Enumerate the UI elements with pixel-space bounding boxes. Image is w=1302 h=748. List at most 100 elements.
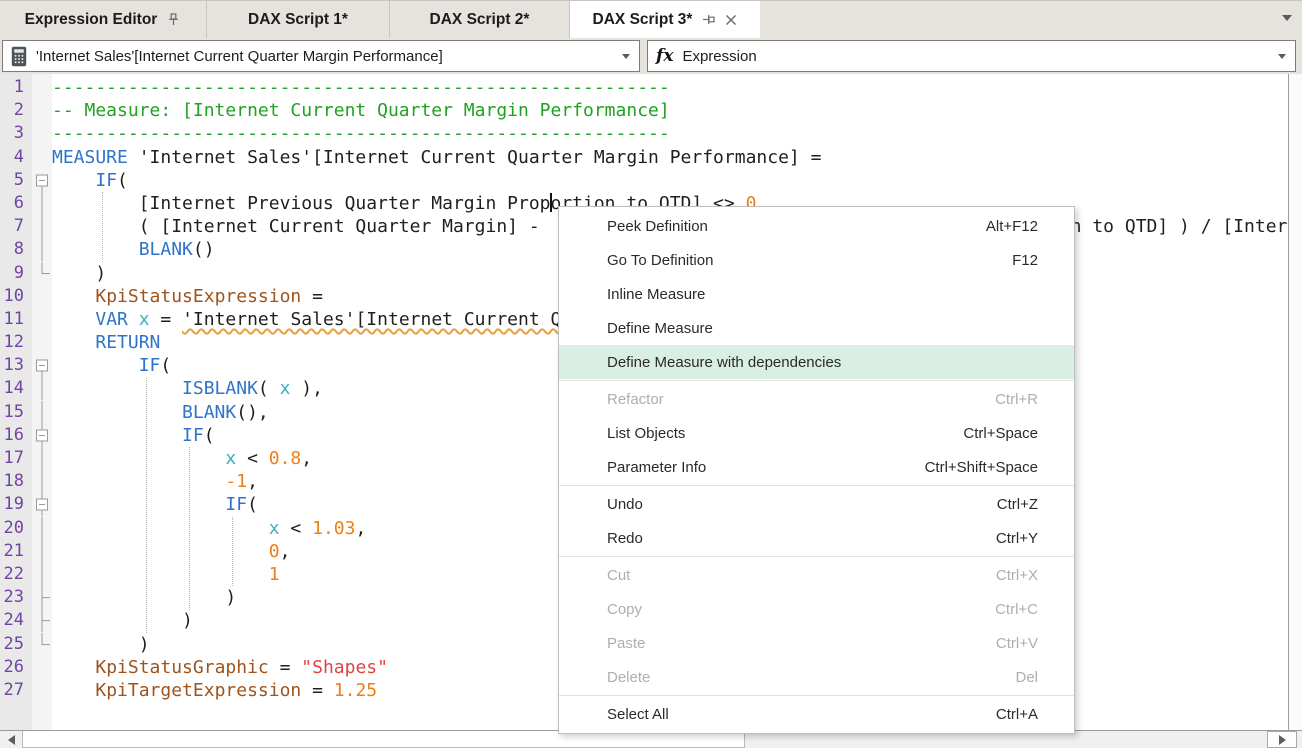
- fold-marker: [32, 563, 52, 586]
- line-number: 11: [0, 308, 32, 331]
- vertical-scrollbar[interactable]: [1288, 74, 1302, 731]
- menu-item-shortcut: Alt+F12: [986, 218, 1038, 235]
- menu-item-label: Parameter Info: [607, 459, 706, 476]
- menu-item-label: Undo: [607, 496, 643, 513]
- menu-item-shortcut: F12: [1012, 252, 1038, 269]
- menu-item-shortcut: Ctrl+C: [995, 601, 1038, 618]
- fold-marker: [32, 656, 52, 679]
- line-number: 9: [0, 262, 32, 285]
- fold-marker: [32, 470, 52, 493]
- tab-label: DAX Script 3*: [593, 11, 693, 29]
- menu-separator: [559, 485, 1074, 486]
- menu-item-shortcut: Ctrl+Space: [963, 425, 1038, 442]
- tab-dax-script-2[interactable]: DAX Script 2*: [390, 1, 570, 38]
- menu-item-cut: CutCtrl+X: [559, 558, 1074, 592]
- selected-property-label: Expression: [682, 48, 756, 65]
- tab-label: Expression Editor: [25, 11, 158, 29]
- fold-marker: [32, 331, 52, 354]
- line-number: 25: [0, 633, 32, 656]
- code-line[interactable]: ----------------------------------------…: [52, 76, 1288, 99]
- line-number: 20: [0, 517, 32, 540]
- fx-icon: fx: [656, 46, 673, 66]
- line-number: 13: [0, 354, 32, 377]
- line-number: 19: [0, 493, 32, 516]
- calculator-icon: [11, 46, 27, 67]
- menu-separator: [559, 556, 1074, 557]
- toolbar: 'Internet Sales'[Internet Current Quarte…: [0, 38, 1302, 74]
- fold-gutter: [32, 74, 52, 731]
- menu-item-inline-measure[interactable]: Inline Measure: [559, 277, 1074, 311]
- menu-item-define-measure[interactable]: Define Measure: [559, 311, 1074, 345]
- fold-marker: [32, 679, 52, 702]
- line-number: 2: [0, 99, 32, 122]
- measure-selector-combobox[interactable]: 'Internet Sales'[Internet Current Quarte…: [2, 40, 640, 72]
- tab-dax-script-1[interactable]: DAX Script 1*: [207, 1, 390, 38]
- menu-item-shortcut: Ctrl+V: [996, 635, 1038, 652]
- selected-measure-label: 'Internet Sales'[Internet Current Quarte…: [36, 48, 443, 65]
- arrow-left-icon: [8, 735, 15, 745]
- menu-item-redo[interactable]: RedoCtrl+Y: [559, 521, 1074, 555]
- fold-marker: [32, 308, 52, 331]
- property-selector-combobox[interactable]: fx Expression: [647, 40, 1296, 72]
- line-number: 12: [0, 331, 32, 354]
- menu-item-label: Redo: [607, 530, 643, 547]
- line-number: 5: [0, 169, 32, 192]
- line-number: 23: [0, 586, 32, 609]
- tab-list-dropdown-icon[interactable]: [1282, 15, 1292, 21]
- menu-item-label: Paste: [607, 635, 645, 652]
- menu-separator: [559, 380, 1074, 381]
- pin-icon[interactable]: [701, 12, 716, 27]
- line-number: 3: [0, 122, 32, 145]
- fold-marker: [32, 540, 52, 563]
- line-number: 16: [0, 424, 32, 447]
- fold-toggle-icon[interactable]: [32, 354, 52, 377]
- pin-icon[interactable]: [166, 12, 181, 27]
- menu-item-paste: Paste Ctrl+V: [559, 626, 1074, 660]
- menu-item-shortcut: Del: [1015, 669, 1038, 686]
- menu-item-define-measure-with-dependencies[interactable]: Define Measure with dependencies: [559, 345, 1074, 379]
- fold-marker: [32, 377, 52, 400]
- context-menu: Peek DefinitionAlt+F12Go To DefinitionF1…: [558, 206, 1075, 734]
- menu-item-parameter-info[interactable]: Parameter InfoCtrl+Shift+Space: [559, 450, 1074, 484]
- dax-editor-window: Expression Editor DAX Script 1* DAX Script…: [0, 0, 1302, 748]
- menu-item-list-objects[interactable]: List Objects Ctrl+Space: [559, 416, 1074, 450]
- menu-item-peek-definition[interactable]: Peek DefinitionAlt+F12: [559, 209, 1074, 243]
- menu-item-label: Define Measure with dependencies: [607, 354, 841, 371]
- tab-label: DAX Script 1*: [248, 11, 348, 29]
- fold-marker: [32, 122, 52, 145]
- fold-marker: [32, 285, 52, 308]
- tab-expression-editor[interactable]: Expression Editor: [0, 1, 207, 38]
- fold-marker: [32, 586, 52, 609]
- menu-item-shortcut: Ctrl+Z: [997, 496, 1038, 513]
- fold-toggle-icon[interactable]: [32, 169, 52, 192]
- line-number: 1: [0, 76, 32, 99]
- menu-item-go-to-definition[interactable]: Go To DefinitionF12: [559, 243, 1074, 277]
- fold-toggle-icon[interactable]: [32, 493, 52, 516]
- scroll-right-button[interactable]: [1267, 731, 1297, 748]
- fold-marker: [32, 609, 52, 632]
- code-line[interactable]: MEASURE 'Internet Sales'[Internet Curren…: [52, 146, 1288, 169]
- tab-dax-script-3[interactable]: DAX Script 3*: [570, 1, 760, 38]
- fold-marker: [32, 215, 52, 238]
- menu-item-delete: Delete Del: [559, 660, 1074, 694]
- code-line[interactable]: ----------------------------------------…: [52, 122, 1288, 145]
- menu-item-label: Define Measure: [607, 320, 713, 337]
- menu-item-label: Select All: [607, 706, 669, 723]
- fold-marker: [32, 99, 52, 122]
- menu-item-label: Delete: [607, 669, 650, 686]
- menu-item-undo[interactable]: Undo Ctrl+Z: [559, 487, 1074, 521]
- fold-toggle-icon[interactable]: [32, 424, 52, 447]
- line-number: 27: [0, 679, 32, 702]
- close-icon[interactable]: [725, 14, 737, 26]
- menu-item-label: List Objects: [607, 425, 685, 442]
- code-line[interactable]: -- Measure: [Internet Current Quarter Ma…: [52, 99, 1288, 122]
- line-number-gutter: 1234567891011121314151617181920212223242…: [0, 74, 32, 731]
- menu-item-select-all[interactable]: Select AllCtrl+A: [559, 697, 1074, 731]
- code-line[interactable]: IF(: [52, 169, 1288, 192]
- line-number: 18: [0, 470, 32, 493]
- chevron-down-icon[interactable]: [1278, 54, 1286, 59]
- fold-marker: [32, 262, 52, 285]
- chevron-down-icon[interactable]: [622, 54, 630, 59]
- scroll-left-button[interactable]: [0, 731, 22, 748]
- menu-separator: [559, 695, 1074, 696]
